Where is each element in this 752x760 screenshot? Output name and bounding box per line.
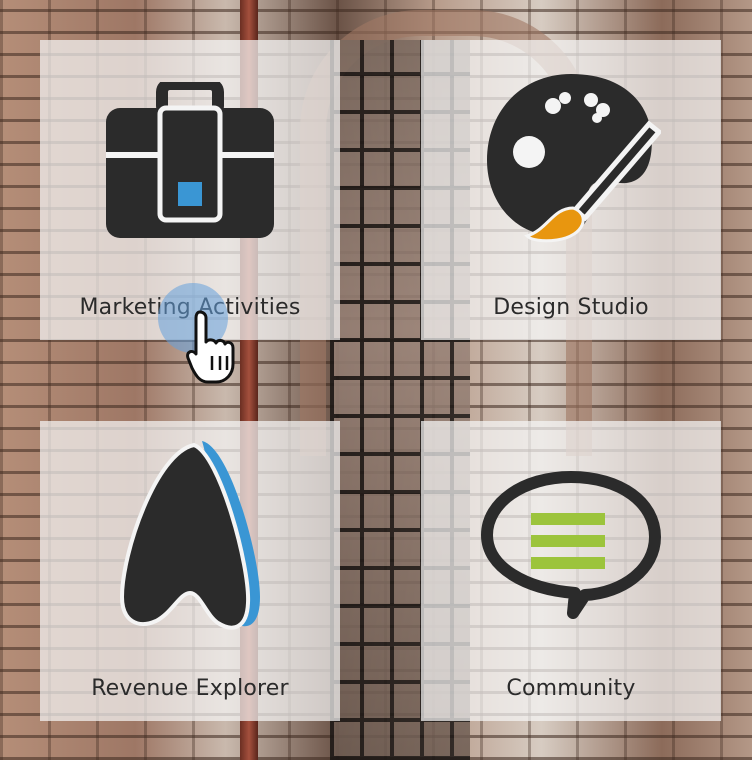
tile-design-studio[interactable]: Design Studio bbox=[421, 40, 721, 340]
briefcase-icon bbox=[106, 82, 274, 238]
palette-icon bbox=[487, 74, 661, 243]
tile-revenue-explorer[interactable]: Revenue Explorer bbox=[40, 421, 340, 721]
tile-label: Revenue Explorer bbox=[91, 676, 289, 701]
tile-community[interactable]: Community bbox=[421, 421, 721, 721]
tile-label: Community bbox=[506, 676, 636, 701]
tile-label: Design Studio bbox=[493, 295, 649, 320]
revenue-explorer-icon bbox=[119, 441, 260, 630]
hand-pointer-icon bbox=[186, 310, 235, 384]
speech-bubble-icon bbox=[481, 471, 661, 619]
